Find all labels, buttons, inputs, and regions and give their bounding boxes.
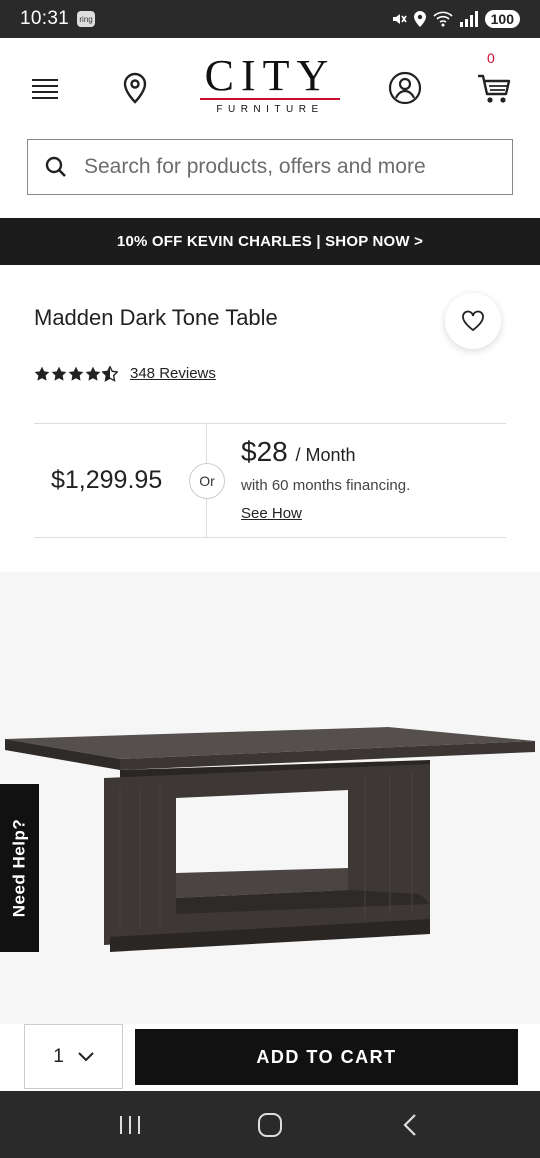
search-icon[interactable] [28,140,84,194]
signal-icon [459,11,478,27]
see-how-link[interactable]: See How [241,505,302,522]
location-icon [413,11,426,27]
ring-app-icon: ring [77,11,96,27]
half-star-icon [102,365,118,382]
price-box: $1,299.95 Or $28 / Month with 60 months … [34,423,506,538]
status-icons: 100 [391,10,520,28]
system-nav-bar [0,1091,540,1158]
or-badge: Or [189,463,225,499]
status-time: 10:31 [20,8,70,29]
star-rating [34,365,118,382]
status-bar: 10:31 ring 100 [0,0,540,38]
add-to-cart-button[interactable]: ADD TO CART [135,1029,518,1085]
battery-indicator: 100 [484,10,520,28]
financing-text: with 60 months financing. [241,477,411,494]
product-price: $1,299.95 [51,466,163,494]
product-rating[interactable]: 348 Reviews [34,365,216,382]
site-header: CITY FURNITURE 0 [0,38,540,138]
back-icon[interactable] [380,1100,440,1150]
hamburger-menu-icon[interactable] [28,72,62,106]
need-help-label: Need Help? [9,818,29,918]
quantity-select[interactable]: 1 [24,1024,123,1089]
mute-icon [392,14,407,24]
cart-bar: 1 ADD TO CART [0,1024,540,1091]
need-help-tab[interactable]: Need Help? [0,784,39,952]
recent-apps-icon[interactable] [100,1100,160,1150]
store-locator-icon[interactable] [118,70,152,106]
promo-banner[interactable]: 10% OFF KEVIN CHARLES | SHOP NOW > [0,218,540,265]
monthly-unit: / Month [295,445,356,465]
logo-wordmark: CITY [204,51,336,100]
account-icon[interactable] [387,70,423,106]
product-title: Madden Dark Tone Table [34,305,278,330]
cart-count-badge: 0 [487,50,495,66]
wifi-icon [433,11,453,27]
city-furniture-logo[interactable]: CITY FURNITURE [196,51,344,115]
star-icon [85,366,101,381]
product-image[interactable] [0,572,540,1024]
star-icon [51,366,67,381]
dining-table-image [5,727,535,952]
cart-icon[interactable] [476,72,512,106]
search-input[interactable] [84,155,504,179]
reviews-link[interactable]: 348 Reviews [130,365,216,382]
monthly-payment: $28 / Month [241,436,356,468]
home-icon[interactable] [240,1100,300,1150]
logo-subtitle: FURNITURE [216,104,324,115]
search-bar[interactable] [27,139,513,195]
heart-icon [462,310,484,332]
monthly-amount: $28 [241,436,288,467]
star-icon [68,366,84,381]
star-icon [34,366,50,381]
quantity-value: 1 [53,1045,64,1067]
wishlist-button[interactable] [445,293,501,349]
chevron-down-icon [78,1051,94,1061]
